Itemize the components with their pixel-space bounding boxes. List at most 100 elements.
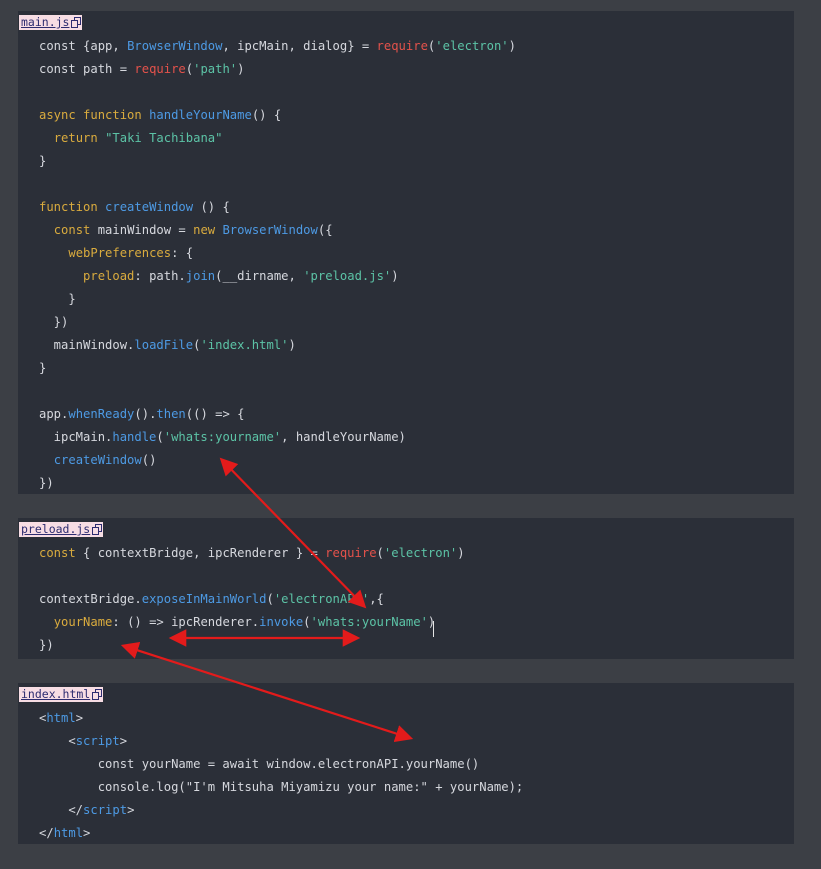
filename-tag-index-html[interactable]: index.html (19, 687, 104, 702)
code-token: then (156, 407, 186, 421)
code-token: < (39, 734, 76, 748)
code-token: const (53, 223, 98, 237)
code-token: invoke (259, 615, 304, 629)
code-token: > (75, 711, 84, 725)
code-token: createWindow (53, 453, 142, 467)
code-block-index-html: index.html <html> <script> const yourNam… (18, 683, 794, 844)
code-token: preload (83, 269, 135, 283)
code-token: ( (266, 592, 274, 606)
code-token: ,{ (369, 592, 384, 606)
code-token: exposeInMainWorld (141, 592, 267, 606)
code-token: require (134, 62, 186, 76)
code-token: contextBridge. (39, 592, 142, 606)
code-token: const {app, (39, 39, 128, 53)
code-token: ) (288, 338, 296, 352)
code-token: app. (39, 407, 69, 421)
code-token: ) (427, 615, 436, 629)
code-line: contextBridge.exposeInMainWorld('electro… (39, 591, 384, 607)
code-token: require (376, 39, 428, 53)
code-line: ipcMain.handle('whats:yourname', handleY… (39, 429, 406, 445)
code-token: ({ (317, 223, 333, 237)
code-line: const mainWindow = new BrowserWindow({ (39, 222, 333, 238)
copy-icon[interactable] (92, 524, 102, 535)
code-token: 'electron' (383, 546, 458, 560)
code-token: function (83, 108, 150, 122)
code-token: ( (185, 62, 194, 76)
code-token: } (39, 361, 47, 375)
code-token: html (46, 711, 76, 725)
code-line: }) (39, 314, 69, 330)
code-line: return "Taki Tachibana" (39, 130, 223, 146)
code-line: createWindow() (39, 452, 157, 468)
code-token: function (39, 200, 106, 214)
code-token: () { (193, 200, 230, 214)
copy-icon[interactable] (92, 689, 102, 700)
code-token: mainWindow = (97, 223, 194, 237)
code-line: const path = require('path') (39, 61, 244, 77)
code-line: const {app, BrowserWindow, ipcMain, dial… (39, 38, 516, 54)
code-token: script (83, 803, 128, 817)
code-token: 'electron' (435, 39, 509, 53)
code-token: return (53, 131, 106, 145)
code-token: () (141, 453, 157, 467)
filename-main-js[interactable]: main.js (21, 15, 69, 30)
code-token: ( (156, 430, 164, 444)
code-token: 'preload.js' (303, 269, 392, 283)
code-line: function createWindow () { (39, 199, 230, 215)
code-token: ) (508, 39, 516, 53)
copy-icon[interactable] (71, 17, 81, 28)
code-line: } (39, 153, 46, 169)
filename-index-html[interactable]: index.html (21, 687, 90, 702)
code-token: BrowserWindow (127, 39, 223, 53)
filename-preload-js[interactable]: preload.js (21, 522, 90, 537)
code-token: whenReady (68, 407, 135, 421)
code-token: 'index.html' (200, 338, 289, 352)
code-token: 'whats:yourname' (163, 430, 282, 444)
code-token: "Taki Tachibana" (105, 131, 223, 145)
code-token: require (325, 546, 377, 560)
code-line: yourName: () => ipcRenderer.invoke('what… (39, 614, 436, 630)
code-block-preload-js: preload.js const { contextBridge, ipcRen… (18, 518, 794, 659)
code-token: ) (391, 269, 399, 283)
code-token: }) (39, 638, 54, 652)
code-token: > (119, 734, 128, 748)
code-token: > (83, 826, 91, 840)
code-line: app.whenReady().then(() => { (39, 406, 244, 422)
code-token: (). (134, 407, 157, 421)
code-line: <script> (39, 733, 127, 749)
code-token: } (39, 292, 76, 306)
code-token: ) (237, 62, 245, 76)
code-token: , handleYourName) (281, 430, 406, 444)
filename-tag-preload-js[interactable]: preload.js (19, 522, 104, 537)
code-line: async function handleYourName() { (39, 107, 281, 123)
code-block-main-js: main.js const {app, BrowserWindow, ipcMa… (18, 11, 794, 494)
code-token: ( (303, 615, 311, 629)
code-line: }) (39, 475, 54, 491)
code-token: ) (457, 546, 465, 560)
code-token: join (185, 269, 216, 283)
code-token: BrowserWindow (222, 223, 318, 237)
code-token: }) (39, 315, 69, 329)
code-token: handle (112, 430, 157, 444)
code-token: </ (39, 803, 84, 817)
code-token: yourName (53, 615, 113, 629)
code-token: : { (171, 246, 194, 260)
code-line: </script> (39, 802, 134, 818)
filename-tag-main-js[interactable]: main.js (19, 15, 83, 30)
code-token: html (53, 826, 84, 840)
code-token: : () => ipcRenderer. (112, 615, 260, 629)
text-cursor (433, 621, 434, 637)
code-token: </ (39, 826, 54, 840)
code-token: (__dirname, (215, 269, 304, 283)
code-token: mainWindow. (39, 338, 135, 352)
code-token: const path = (39, 62, 135, 76)
code-token: ipcMain. (39, 430, 113, 444)
code-line: <html> (39, 710, 83, 726)
code-token: : path. (134, 269, 186, 283)
code-token: new (193, 223, 223, 237)
